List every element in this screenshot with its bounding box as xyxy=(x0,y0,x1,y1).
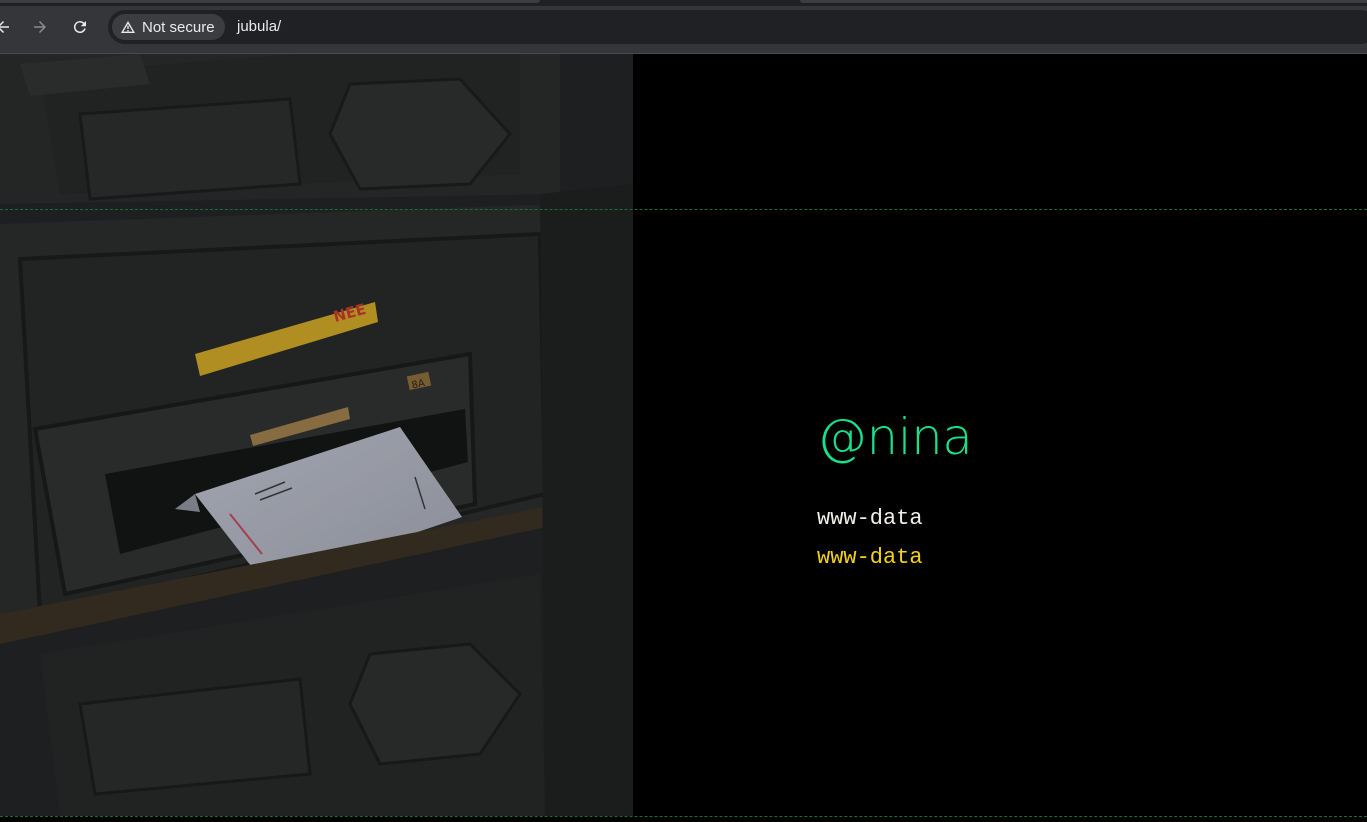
warning-triangle-icon xyxy=(121,21,135,33)
info-line-2: www-data xyxy=(817,545,923,570)
hero-photo: NEE 8A xyxy=(0,54,633,816)
tab-hint[interactable] xyxy=(800,0,1367,3)
arrow-right-icon xyxy=(34,21,46,33)
browser-toolbar: Not secure jubula/ xyxy=(0,0,1367,54)
reload-button[interactable] xyxy=(67,14,93,40)
tab-strip xyxy=(0,0,1367,6)
reload-icon xyxy=(73,21,86,34)
address-bar[interactable]: Not secure jubula/ xyxy=(108,10,1367,44)
url-text[interactable]: jubula/ xyxy=(237,18,281,36)
info-line-1: www-data xyxy=(817,506,923,531)
profile-handle: @nina xyxy=(817,408,973,466)
guide-line-top xyxy=(0,209,1367,210)
tab-hint[interactable] xyxy=(0,0,540,3)
profile-panel xyxy=(633,54,1367,816)
security-indicator[interactable]: Not secure xyxy=(112,14,225,40)
arrow-left-icon xyxy=(0,21,9,33)
mailbox-door-photo: NEE 8A xyxy=(0,54,633,816)
security-label: Not secure xyxy=(142,18,215,36)
back-button[interactable] xyxy=(0,14,16,40)
forward-button[interactable] xyxy=(27,14,53,40)
guide-line-bottom xyxy=(0,816,1367,817)
